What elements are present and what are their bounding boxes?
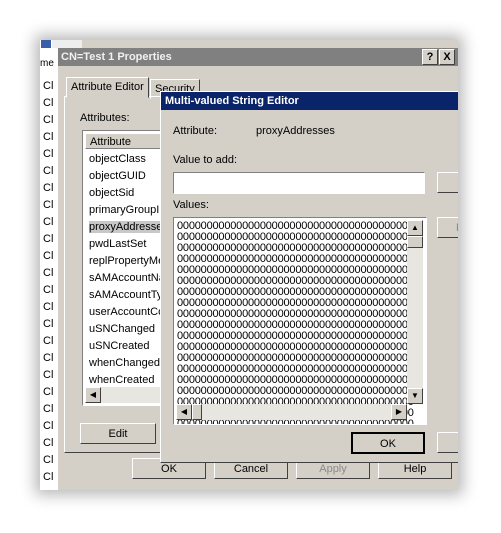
value-to-add-label: Value to add: — [173, 154, 238, 166]
background-row-label: Cl — [43, 301, 54, 313]
value-to-add-input[interactable] — [173, 172, 425, 194]
editor-title: Multi-valued String Editor — [165, 95, 299, 107]
background-row-label: Cl — [43, 80, 54, 92]
screenshot-frame: me Cl Cl Cl Cl Cl Cl Cl Cl Cl Cl Cl Cl Cl Cl Cl Cl Cl Cl C… — [40, 40, 458, 490]
background-row-label: Cl — [43, 148, 54, 160]
remove-button[interactable]: R — [437, 217, 458, 238]
attribute-list-item[interactable]: whenChanged — [89, 357, 160, 369]
editor-cancel-button[interactable] — [437, 432, 458, 453]
background-menu: me — [40, 58, 54, 69]
attribute-list-item[interactable]: objectSid — [89, 187, 134, 199]
attribute-value: proxyAddresses — [256, 125, 335, 137]
background-window: me Cl Cl Cl Cl Cl Cl Cl Cl Cl Cl Cl Cl Cl Cl Cl Cl Cl Cl C… — [40, 40, 58, 490]
properties-title-bar: CN=Test 1 Properties ? X — [58, 48, 458, 66]
background-row-label: Cl — [43, 182, 54, 194]
scroll-up-icon[interactable]: ▲ — [407, 220, 423, 236]
vertical-scroll-thumb[interactable] — [407, 236, 423, 248]
multi-valued-string-editor: Multi-valued String Editor Attribute: pr… — [160, 91, 458, 463]
background-row-label: Cl — [43, 114, 54, 126]
help-title-button[interactable]: ? — [422, 49, 438, 65]
values-list[interactable]: 0000000000000000000000000000000000000000… — [173, 217, 427, 425]
background-row-label: Cl — [43, 97, 54, 109]
background-row-label: Cl — [43, 386, 54, 398]
add-button[interactable] — [437, 172, 458, 193]
attribute-list-item[interactable]: objectGUID — [89, 170, 146, 182]
background-row-label: Cl — [43, 199, 54, 211]
attribute-column-header[interactable]: Attribute — [85, 133, 163, 149]
background-row-label: Cl — [43, 471, 54, 483]
background-row-label: Cl — [43, 352, 54, 364]
attribute-list-item[interactable]: objectClass — [89, 153, 146, 165]
attribute-label: Attribute: — [173, 125, 218, 137]
attribute-list-item[interactable]: replPropertyMeta — [89, 255, 163, 267]
tab-attribute-editor[interactable]: Attribute Editor — [66, 77, 149, 98]
attribute-list-item[interactable]: sAMAccountName — [89, 272, 163, 284]
background-row-label: Cl — [43, 233, 54, 245]
attribute-list-item[interactable]: userAccountCo — [89, 306, 163, 318]
background-row-label: Cl — [43, 369, 54, 381]
attribute-list-item[interactable]: uSNCreated — [89, 340, 150, 352]
attribute-list-item[interactable]: uSNChanged — [89, 323, 155, 335]
horizontal-scroll-thumb[interactable] — [192, 404, 202, 420]
attribute-list-item[interactable]: sAMAccountType — [89, 289, 163, 301]
scroll-down-icon[interactable]: ▼ — [407, 388, 423, 404]
background-row-label: Cl — [43, 165, 54, 177]
background-row-label: Cl — [43, 216, 54, 228]
background-row-label: Cl — [43, 403, 54, 415]
background-row-label: Cl — [43, 454, 54, 466]
background-row-label: Cl — [43, 267, 54, 279]
background-row-label: Cl — [43, 335, 54, 347]
close-title-button[interactable]: X — [439, 49, 455, 65]
attributes-label: Attributes: — [80, 112, 130, 124]
app-icon — [41, 40, 51, 48]
values-horizontal-scrollbar[interactable]: ◀ ▶ — [176, 404, 407, 420]
attribute-list-item[interactable]: primaryGroupID — [89, 204, 163, 216]
background-row-label: Cl — [43, 437, 54, 449]
background-row-label: Cl — [43, 131, 54, 143]
background-row-label: Cl — [43, 318, 54, 330]
edit-button[interactable]: Edit — [80, 423, 156, 444]
attribute-list-item[interactable]: proxyAddresses — [89, 221, 163, 233]
attribute-list-item[interactable]: pwdLastSet — [89, 238, 146, 250]
values-label: Values: — [173, 199, 209, 211]
scroll-right-icon[interactable]: ▶ — [391, 404, 407, 420]
attributes-list[interactable]: Attribute objectClass objectGUID objectSid… — [82, 130, 164, 406]
background-row-label: Cl — [43, 250, 54, 262]
editor-title-bar: Multi-valued String Editor — [161, 92, 458, 110]
attribute-list-item[interactable]: whenCreated — [89, 374, 154, 386]
scroll-left-icon[interactable]: ◀ — [85, 387, 101, 403]
values-scroll-left-icon[interactable]: ◀ — [176, 404, 192, 420]
values-vertical-scrollbar[interactable]: ▲ ▼ — [407, 220, 423, 404]
editor-ok-button[interactable]: OK — [351, 432, 425, 454]
background-row-label: Cl — [43, 420, 54, 432]
background-row-label: Cl — [43, 284, 54, 296]
properties-title: CN=Test 1 Properties — [61, 51, 172, 63]
attributes-horizontal-scrollbar[interactable]: ◀ — [85, 387, 163, 403]
background-toolbar — [52, 40, 82, 48]
